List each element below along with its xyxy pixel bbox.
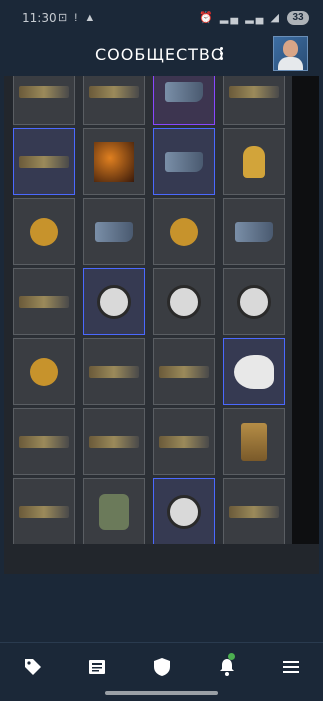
- inventory-item-tile[interactable]: [223, 128, 285, 195]
- status-notification-icons: ⊡ ! ▲: [58, 12, 98, 24]
- item-smg-icon: [241, 422, 267, 461]
- menu-icon[interactable]: [281, 657, 301, 677]
- item-gun-icon: [89, 435, 139, 448]
- news-icon[interactable]: [87, 657, 107, 677]
- inventory-item-tile[interactable]: [13, 198, 75, 265]
- bell-icon[interactable]: [217, 657, 237, 677]
- content-background: [0, 574, 323, 642]
- item-pistol-icon: [165, 151, 203, 172]
- app-bar: СООБЩЕСТВО: [0, 36, 323, 76]
- inventory-item-tile[interactable]: [83, 128, 145, 195]
- inventory-item-tile[interactable]: [153, 478, 215, 544]
- item-gun-icon: [159, 365, 209, 378]
- shield-icon[interactable]: [152, 657, 172, 677]
- inventory-item-tile[interactable]: [13, 478, 75, 544]
- inventory-item-tile[interactable]: [83, 478, 145, 544]
- item-gun-icon: [19, 295, 69, 308]
- more-options-icon[interactable]: [218, 46, 224, 62]
- avatar[interactable]: [273, 36, 308, 71]
- item-panther-icon: [234, 354, 274, 389]
- item-pistol-icon: [165, 81, 203, 102]
- item-gun-icon: [159, 435, 209, 448]
- item-patch-icon: [237, 284, 271, 319]
- inventory-item-tile[interactable]: [153, 268, 215, 335]
- item-hand-icon: [243, 145, 265, 178]
- inventory-item-tile[interactable]: [13, 268, 75, 335]
- item-gun-icon: [229, 505, 279, 518]
- status-time: 11:30: [22, 11, 57, 25]
- inventory-item-tile[interactable]: [223, 478, 285, 544]
- notification-badge: [228, 653, 235, 660]
- status-bar: 11:30 ⊡ ! ▲ ⏰ ▂▄ ▂▄ ◢ 33: [0, 0, 323, 36]
- inventory-item-tile[interactable]: [83, 408, 145, 475]
- scroll-track[interactable]: [292, 76, 319, 544]
- inventory-item-tile[interactable]: [223, 338, 285, 405]
- item-sticker-icon: [30, 217, 58, 246]
- inventory-item-tile[interactable]: [83, 76, 145, 125]
- inventory-item-tile[interactable]: [83, 268, 145, 335]
- battery-icon: 33: [287, 11, 309, 25]
- inventory-item-tile[interactable]: [223, 268, 285, 335]
- inventory-item-tile[interactable]: [13, 128, 75, 195]
- status-signal-icons: ⏰ ▂▄ ▂▄ ◢: [199, 12, 281, 24]
- item-gun-icon: [19, 155, 69, 168]
- item-sticker-icon: [170, 217, 198, 246]
- item-gun-icon: [19, 505, 69, 518]
- inventory-item-tile[interactable]: [223, 198, 285, 265]
- item-patch-icon: [97, 284, 131, 319]
- inventory-item-tile[interactable]: [13, 408, 75, 475]
- item-glove-icon: [99, 493, 129, 530]
- inventory-item-tile[interactable]: [223, 76, 285, 125]
- inventory-item-tile[interactable]: [83, 338, 145, 405]
- item-pistol-icon: [235, 221, 273, 242]
- item-gun-icon: [89, 85, 139, 98]
- tag-icon[interactable]: [23, 657, 43, 677]
- inventory-panel: [4, 76, 319, 574]
- inventory-item-tile[interactable]: [13, 76, 75, 125]
- inventory-item-tile[interactable]: [13, 338, 75, 405]
- item-gun-icon: [19, 435, 69, 448]
- item-album-icon: [94, 141, 134, 182]
- inventory-item-tile[interactable]: [153, 408, 215, 475]
- item-gun-icon: [229, 85, 279, 98]
- item-gun-icon: [19, 85, 69, 98]
- item-sticker-icon: [30, 357, 58, 386]
- item-patch-icon: [167, 284, 201, 319]
- inventory-item-tile[interactable]: [153, 198, 215, 265]
- item-pistol-icon: [95, 221, 133, 242]
- inventory-item-tile[interactable]: [153, 128, 215, 195]
- inventory-item-tile[interactable]: [153, 76, 215, 125]
- inventory-item-tile[interactable]: [153, 338, 215, 405]
- inventory-item-tile[interactable]: [223, 408, 285, 475]
- inventory-item-tile[interactable]: [83, 198, 145, 265]
- inventory-grid-container[interactable]: [13, 76, 292, 544]
- item-gun-icon: [89, 365, 139, 378]
- home-indicator[interactable]: [105, 691, 218, 695]
- item-patch-icon: [167, 494, 201, 529]
- page-title: СООБЩЕСТВО: [95, 45, 225, 64]
